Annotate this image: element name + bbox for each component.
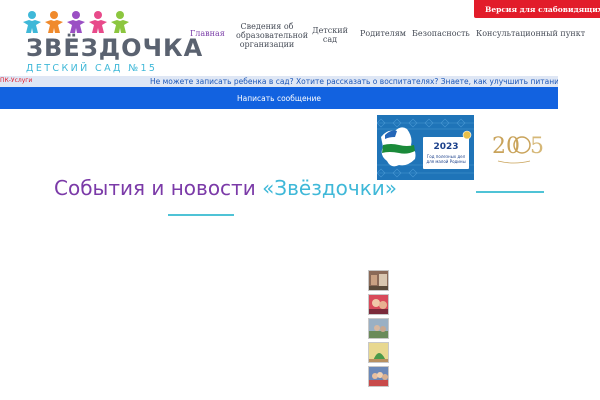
nav-item-consult[interactable]: Консультационный пункт — [476, 29, 585, 38]
nav-item-parents[interactable]: Родителям — [360, 29, 406, 38]
site-logo[interactable]: ЗВЁЗДОЧКА ДЕТСКИЙ САД №15 — [22, 10, 202, 74]
banner-year-text: 2023 — [433, 142, 458, 152]
news-thumbnail[interactable] — [368, 270, 389, 291]
nav-item-about[interactable]: Сведения об образовательной организации — [236, 22, 308, 49]
anniv-digit-2: 5 — [530, 134, 544, 159]
kids-logo-icon — [23, 11, 129, 33]
feedback-ticker[interactable]: ПК-Услуги Не можете записать ребенка в с… — [0, 76, 558, 87]
anniv-digits: 20 — [492, 134, 520, 159]
ticker-text: Не можете записать ребенка в сад? Хотите… — [150, 77, 558, 86]
page: ЗВЁЗДОЧКА ДЕТСКИЙ САД №15 Главная Сведен… — [0, 0, 600, 400]
logo-title: ЗВЁЗДОЧКА — [26, 34, 204, 62]
nav-item-safety[interactable]: Безопасность — [412, 29, 470, 38]
news-thumbnail[interactable] — [368, 366, 389, 387]
photo-icon — [369, 367, 388, 386]
kid-figure-icon — [45, 11, 63, 33]
ticker-label: ПК-Услуги — [0, 77, 33, 84]
kid-figure-icon — [67, 11, 85, 33]
news-heading-accent: «Звёздочки» — [262, 176, 398, 200]
accessibility-button[interactable]: Версия для слабовидящих — [474, 0, 600, 18]
news-heading-main: События и новости — [54, 176, 263, 200]
accessibility-label: Версия для слабовидящих — [485, 4, 600, 14]
kid-figure-icon — [111, 11, 129, 33]
news-thumbnail[interactable] — [368, 294, 389, 315]
nav-item-kindergarten[interactable]: Детский сад — [308, 26, 352, 44]
anniversary-banner-image: 20 5 — [492, 134, 544, 164]
nav-item-home[interactable]: Главная — [190, 29, 225, 38]
write-message-button[interactable]: Написать сообщение — [0, 87, 558, 109]
anniversary-banner[interactable]: 20 5 — [484, 123, 546, 168]
banner-divider — [476, 191, 544, 193]
news-heading: События и новости «Звёздочки» — [54, 176, 397, 200]
news-thumbnail[interactable] — [368, 342, 389, 363]
logo-subtitle: ДЕТСКИЙ САД №15 — [26, 63, 158, 74]
kid-figure-icon — [89, 11, 107, 33]
write-message-label: Написать сообщение — [237, 93, 321, 103]
news-thumbnail[interactable] — [368, 318, 389, 339]
banner-caption-2: для малой Родины — [426, 159, 465, 164]
photo-icon — [369, 295, 388, 314]
photo-icon — [369, 271, 388, 290]
photo-icon — [369, 319, 388, 338]
year-banner-image: 2023 Год полезных дел для малой Родины — [377, 115, 474, 180]
year-banner[interactable]: 2023 Год полезных дел для малой Родины — [377, 115, 474, 180]
kid-figure-icon — [23, 11, 41, 33]
photo-icon — [369, 343, 388, 362]
heading-underline — [168, 214, 234, 216]
